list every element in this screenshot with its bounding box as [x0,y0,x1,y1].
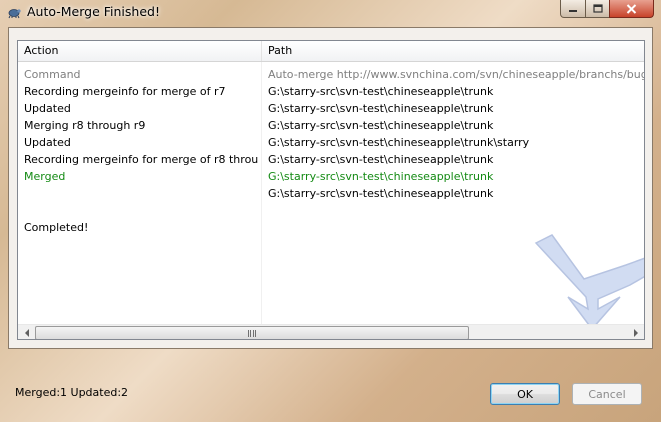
scroll-right-button[interactable] [627,325,644,339]
row-action: Updated [24,102,71,115]
list-row[interactable]: Updated G:\starry-src\svn-test\chineseapp… [18,134,644,151]
list-row[interactable]: Recording mergeinfo for merge of r7 G:\st… [18,83,644,100]
cancel-button[interactable]: Cancel [572,383,642,405]
merge-arrow-watermark-icon [534,234,644,331]
list-row[interactable]: Recording mergeinfo for merge of r8 thro… [18,151,644,168]
row-path: G:\starry-src\svn-test\chineseapple\trun… [268,119,494,132]
column-header-path[interactable]: Path [262,41,644,61]
row-action: Completed! [24,221,89,234]
horizontal-scrollbar[interactable] [18,324,644,339]
scroll-left-button[interactable] [18,325,35,339]
row-path: G:\starry-src\svn-test\chineseapple\trun… [268,85,494,98]
list-rows: Command Auto-merge http://www.svnchina.co… [18,66,644,236]
row-action: Recording mergeinfo for merge of r8 thro… [24,153,258,166]
arrow-right-icon [633,329,638,337]
maximize-button[interactable] [585,0,610,18]
window-title: Auto-Merge Finished! [27,4,160,19]
tortoise-icon [8,9,21,19]
row-path: Auto-merge http://www.svnchina.com/svn/c… [268,68,644,81]
close-button[interactable] [609,0,654,18]
grip-icon [247,329,257,337]
row-action: Command [24,68,81,81]
list-header: Action Path [18,41,644,62]
row-action: Merged [24,170,66,183]
client-area: Action Path Command Auto-merge http://www… [8,27,653,349]
minimize-icon [569,9,577,12]
column-header-action[interactable]: Action [18,41,262,61]
ok-button[interactable]: OK [490,383,560,405]
row-path: G:\starry-src\svn-test\chineseapple\trun… [268,170,494,183]
row-action: Recording mergeinfo for merge of r7 [24,85,226,98]
list-row[interactable]: Command Auto-merge http://www.svnchina.co… [18,66,644,83]
merge-summary: Merged:1 Updated:2 [15,386,129,399]
merge-results-list[interactable]: Action Path Command Auto-merge http://www… [17,40,645,340]
close-icon [626,3,637,14]
title-bar[interactable]: Auto-Merge Finished! [0,0,661,26]
dialog-window: Auto-Merge Finished! Action Path Command… [0,0,661,422]
list-row[interactable]: Merged G:\starry-src\svn-test\chineseappl… [18,168,644,185]
minimize-button[interactable] [560,0,586,18]
row-path: G:\starry-src\svn-test\chineseapple\trun… [268,187,494,200]
row-action: Merging r8 through r9 [24,119,146,132]
list-row[interactable]: G:\starry-src\svn-test\chineseapple\trun… [18,185,644,202]
scrollbar-thumb[interactable] [35,326,469,339]
list-row[interactable]: Merging r8 through r9 G:\starry-src\svn-t… [18,117,644,134]
row-action: Updated [24,136,71,149]
list-row[interactable]: Updated G:\starry-src\svn-test\chineseapp… [18,100,644,117]
row-path: G:\starry-src\svn-test\chineseapple\trun… [268,136,530,149]
maximize-icon [592,4,603,13]
row-path: G:\starry-src\svn-test\chineseapple\trun… [268,102,494,115]
row-path: G:\starry-src\svn-test\chineseapple\trun… [268,153,494,166]
arrow-left-icon [24,329,29,337]
